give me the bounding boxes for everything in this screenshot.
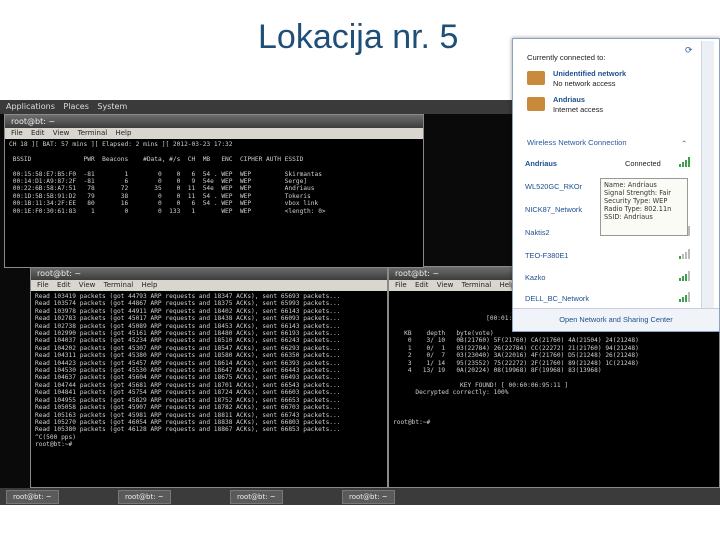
slide-title: Lokacija nr. 5 [258,18,459,56]
tooltip-line: Signal Strength: Fair [604,189,671,197]
taskbar-item[interactable]: root@bt: ~ [118,490,171,504]
signal-icon [679,271,693,281]
system-menu[interactable]: System [97,102,127,111]
menu-help[interactable]: Help [141,281,157,289]
menu-terminal[interactable]: Terminal [104,281,134,289]
places-menu[interactable]: Places [63,102,88,111]
currently-connected-label: Currently connected to: [527,53,606,62]
terminal-output[interactable]: CH 18 ][ BAT: 57 mins ][ Elapsed: 2 mins… [5,139,423,217]
network-item[interactable]: Kazko [525,273,546,282]
menu-view[interactable]: View [79,281,96,289]
taskbar: root@bt: ~ root@bt: ~ root@bt: ~ root@bt… [0,488,720,505]
menu-view[interactable]: View [53,129,70,137]
signal-icon [679,292,693,302]
network-item[interactable]: WL520GC_RKOr [525,182,582,191]
menu-terminal[interactable]: Terminal [78,129,108,137]
connected-status: Connected [625,159,661,168]
bench-icon [527,97,545,111]
network-item[interactable]: DELL_BC_Network [525,294,589,303]
menu-file[interactable]: File [11,129,23,137]
tooltip-line: SSID: Andriaus [604,213,653,221]
refresh-icon[interactable]: ⟳ [685,45,693,56]
terminal-output[interactable]: Read 103419 packets (got 44793 ARP reque… [31,291,387,451]
bench-icon [527,71,545,85]
signal-icon [679,249,693,259]
menu-edit[interactable]: Edit [57,281,71,289]
network-sharing-center-link[interactable]: Open Network and Sharing Center [513,308,719,331]
collapse-icon[interactable]: ⌃ [681,139,687,148]
network-tooltip: Name: Andriaus Signal Strength: Fair Sec… [600,178,688,236]
terminal-window-airodump[interactable]: root@bt: ~ File Edit View Terminal Help … [4,114,424,268]
scrollbar[interactable] [701,41,714,327]
section-heading: Wireless Network Connection [527,138,627,147]
menu-help[interactable]: Help [115,129,131,137]
network-item[interactable]: TEO-F380E1 [525,251,569,260]
menu-edit[interactable]: Edit [415,281,429,289]
tooltip-line: Radio Type: 802.11n [604,205,672,213]
applications-menu[interactable]: Applications [6,102,55,111]
network-status: Internet access [553,105,604,114]
window-title[interactable]: root@bt: ~ [31,267,387,280]
taskbar-item[interactable]: root@bt: ~ [6,490,59,504]
menu-bar: File Edit View Terminal Help [31,280,387,291]
network-name: Unidentified network [553,69,627,78]
menu-view[interactable]: View [437,281,454,289]
signal-icon [679,157,693,167]
network-status: No network access [553,79,616,88]
taskbar-item[interactable]: root@bt: ~ [342,490,395,504]
window-title[interactable]: root@bt: ~ [5,115,423,128]
menu-terminal[interactable]: Terminal [462,281,492,289]
tooltip-line: Security Type: WEP [604,197,668,205]
tooltip-line: Name: Andriaus [604,181,657,189]
network-item-connected[interactable]: Andriaus [525,159,557,168]
menu-file[interactable]: File [395,281,407,289]
menu-bar: File Edit View Terminal Help [5,128,423,139]
menu-edit[interactable]: Edit [31,129,45,137]
network-item[interactable]: Naktis2 [525,228,550,237]
terminal-window-aireplay[interactable]: root@bt: ~ File Edit View Terminal Help … [30,266,388,488]
menu-file[interactable]: File [37,281,49,289]
network-name: Andriaus [553,95,586,104]
taskbar-item[interactable]: root@bt: ~ [230,490,283,504]
network-item[interactable]: NICK87_Network [525,205,582,214]
